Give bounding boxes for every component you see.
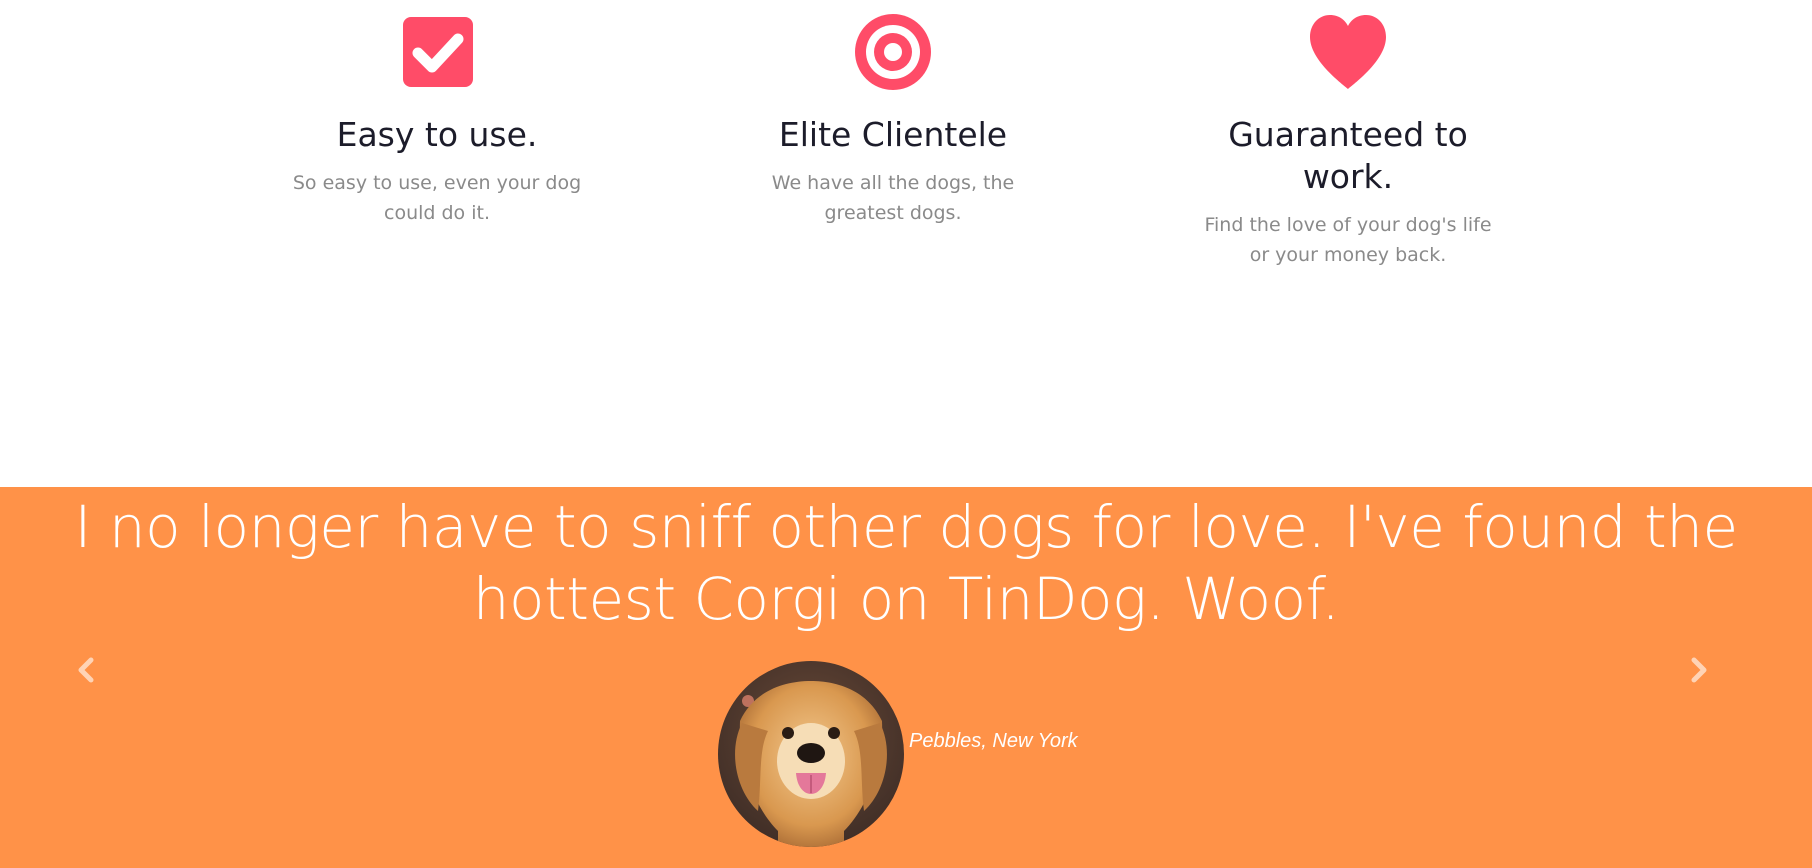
- heart-icon: [1310, 15, 1386, 89]
- feature-description: We have all the dogs, the greatest dogs.: [771, 172, 1015, 224]
- carousel-next-button[interactable]: [1681, 652, 1717, 688]
- testimonial-section: I no longer have to sniff other dogs for…: [0, 487, 1812, 868]
- dog-photo-image: [718, 661, 904, 847]
- feature-title: Easy to use.: [336, 115, 538, 154]
- feature-easy-to-use: Easy to use. So easy to use, even your d…: [267, 0, 607, 228]
- chevron-right-icon: [1691, 657, 1707, 683]
- chevron-left-icon: [78, 657, 94, 683]
- feature-description: So easy to use, even your dog could do i…: [292, 172, 582, 224]
- testimonial-author: Pebbles, New York: [909, 730, 1078, 752]
- feature-guaranteed: Guaranteed to work. Find the love of you…: [1178, 0, 1518, 270]
- feature-title: Elite Clientele: [778, 115, 1008, 154]
- feature-title: Guaranteed to work.: [1228, 115, 1468, 196]
- carousel-prev-button[interactable]: [68, 652, 104, 688]
- check-square-icon: [403, 17, 473, 87]
- bullseye-icon: [855, 14, 931, 90]
- testimonial-quote: I no longer have to sniff other dogs for…: [74, 493, 1738, 633]
- features-section: Easy to use. So easy to use, even your d…: [0, 0, 1812, 487]
- feature-description: Find the love of your dog's life or your…: [1204, 214, 1492, 266]
- feature-elite-clientele: Elite Clientele We have all the dogs, th…: [723, 0, 1063, 228]
- dog-avatar: [718, 661, 904, 847]
